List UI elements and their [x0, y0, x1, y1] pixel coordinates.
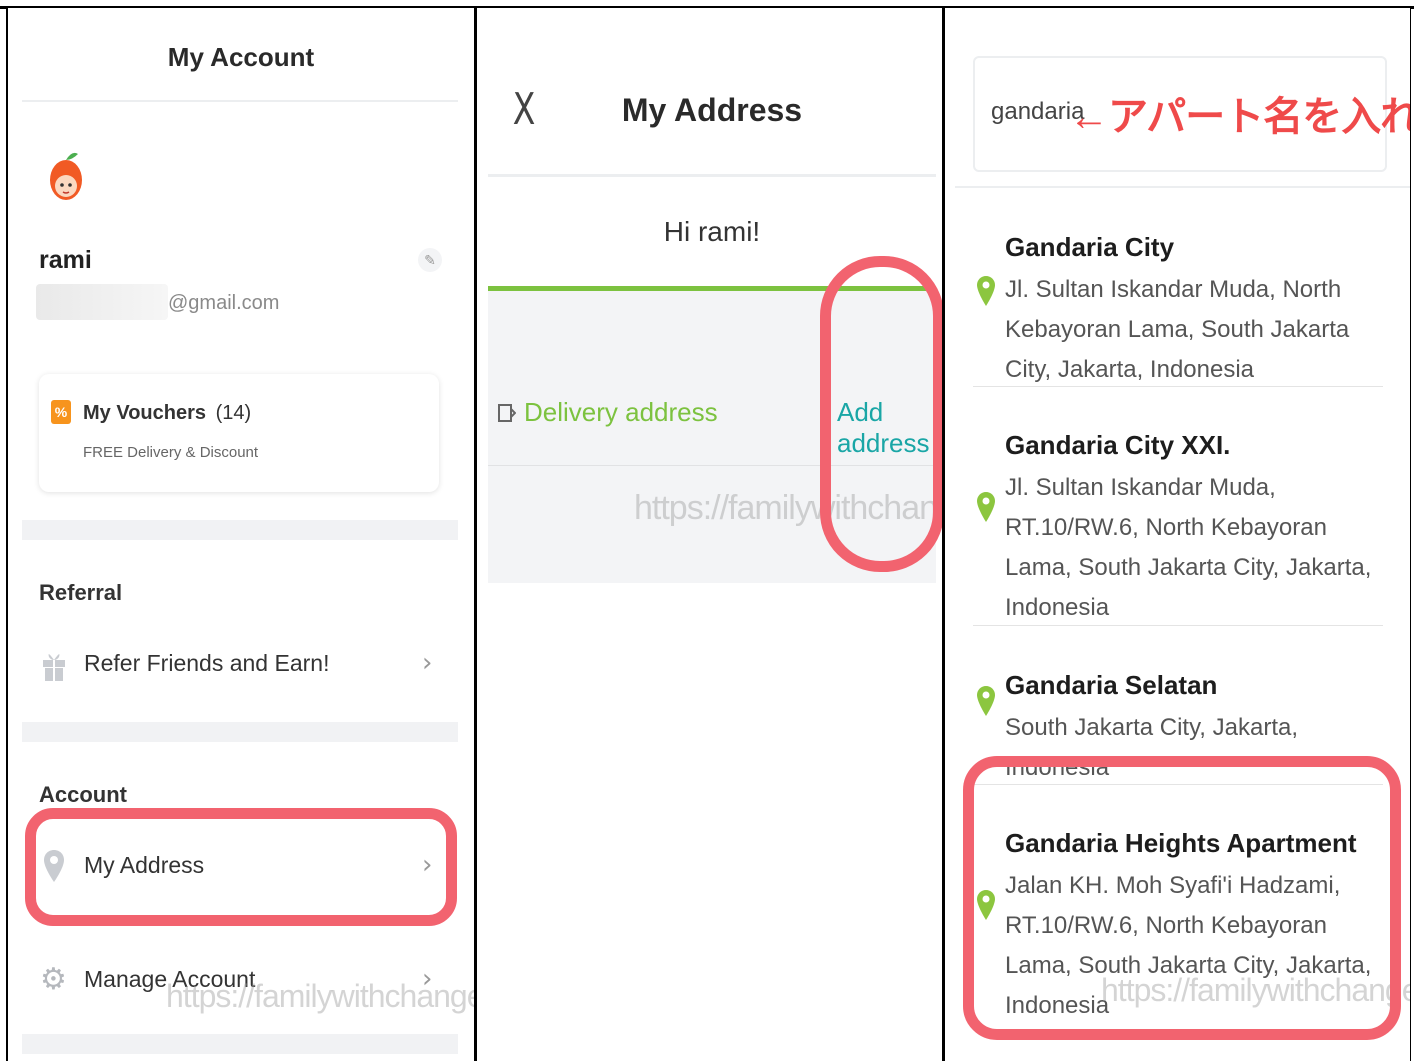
- header-divider: [955, 186, 1410, 188]
- page-title: My Address: [621, 92, 803, 128]
- search-result-item[interactable]: Gandaria City XXI. Jl. Sultan Iskandar M…: [945, 406, 1410, 624]
- map-pin-icon: [977, 492, 995, 522]
- search-box[interactable]: gandaria ←アパート名を入れる: [973, 56, 1410, 172]
- section-spacer-3: [22, 1034, 458, 1054]
- avatar: [46, 142, 86, 204]
- section-spacer: [22, 520, 458, 540]
- search-result-item[interactable]: Gandaria Selatan South Jakarta City, Jak…: [945, 648, 1410, 781]
- result-address: Jl. Sultan Iskandar Muda, RT.10/RW.6, No…: [1005, 474, 1372, 621]
- result-name: Gandaria Selatan: [1005, 670, 1218, 700]
- delivery-icon: [498, 401, 517, 425]
- result-address: Jl. Sultan Iskandar Muda, North Kebayora…: [1005, 276, 1350, 383]
- result-divider: [973, 386, 1383, 387]
- vouchers-card[interactable]: % My Vouchers (14) FREE Delivery & Disco…: [39, 374, 439, 492]
- account-heading: Account: [39, 782, 127, 807]
- page-title: My Account: [167, 42, 315, 72]
- my-address-screen: X My Address Hi rami! Delivery address A…: [477, 8, 942, 1061]
- header-divider: [488, 174, 936, 177]
- result-name: Gandaria City: [1005, 232, 1175, 262]
- vouchers-count: (14): [215, 402, 252, 424]
- refer-friends-label: Refer Friends and Earn!: [84, 650, 330, 676]
- search-result-item[interactable]: Gandaria City Jl. Sultan Iskandar Muda, …: [945, 208, 1410, 386]
- map-pin-icon: [977, 276, 995, 306]
- header-divider: [22, 100, 458, 102]
- gear-icon: ⚙: [40, 962, 67, 997]
- edit-profile-icon[interactable]: ✎: [418, 248, 442, 272]
- highlight-add-address: [820, 256, 942, 572]
- voucher-icon: %: [51, 400, 71, 424]
- user-name: rami: [39, 246, 92, 274]
- delivery-address-label: Delivery address: [524, 397, 718, 427]
- section-spacer-2: [22, 722, 458, 742]
- highlight-apartment-result: [963, 756, 1401, 1040]
- watermark: https://familywithchanges.com: [166, 978, 474, 1014]
- result-divider: [973, 625, 1383, 626]
- user-email: @gmail.com: [168, 292, 280, 314]
- referral-heading: Referral: [39, 580, 123, 605]
- vouchers-title: My Vouchers: [83, 402, 206, 424]
- result-name: Gandaria City XXI.: [1005, 430, 1231, 460]
- my-account-screen: My Account rami ✎ @gmail.com % My Vouche…: [8, 8, 474, 1061]
- email-redaction: [36, 284, 168, 320]
- vouchers-subtitle: FREE Delivery & Discount: [83, 444, 259, 461]
- vouchers-label: My Vouchers (14): [83, 402, 251, 425]
- map-pin-icon: [977, 686, 995, 716]
- annotation-label: ←アパート名を入れる: [1069, 95, 1410, 139]
- gift-icon: [42, 648, 66, 687]
- refer-friends-row[interactable]: Refer Friends and Earn! ›: [22, 638, 458, 698]
- highlight-my-address: [25, 808, 457, 926]
- address-search-screen: gandaria ←アパート名を入れる Gandaria City Jl. Su…: [945, 8, 1410, 1061]
- greeting: Hi rami!: [663, 216, 761, 247]
- chevron-right-icon: ›: [422, 648, 433, 678]
